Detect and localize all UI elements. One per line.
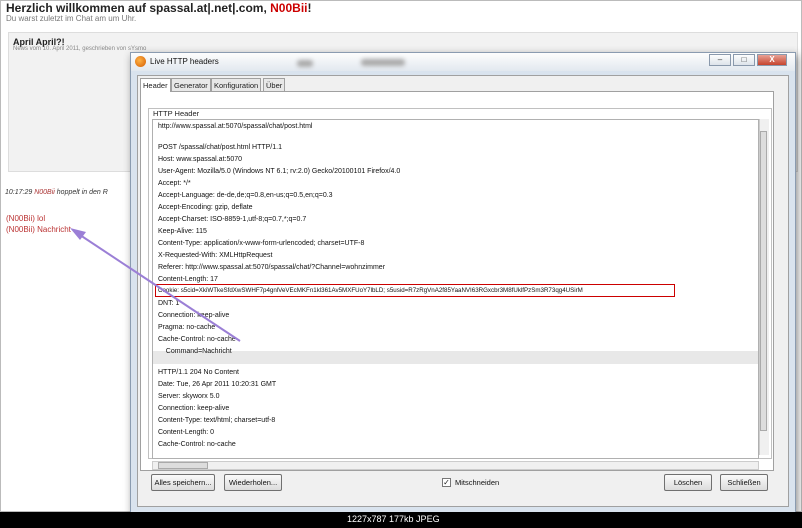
blurred-region bbox=[297, 60, 313, 67]
post-data-line: Command=Nachricht bbox=[158, 348, 232, 355]
username: N00Bii bbox=[270, 1, 308, 15]
page-title: Herzlich willkommen auf spassal.at|.net|… bbox=[6, 1, 312, 15]
header-line: Server: skyworx 5.0 bbox=[158, 393, 220, 400]
capture-checkbox[interactable]: ✓ bbox=[442, 478, 451, 487]
save-all-button[interactable]: Alles speichern... bbox=[151, 474, 215, 491]
page-subtitle: Du warst zuletzt im Chat am um Uhr. bbox=[6, 14, 137, 23]
news-meta: News vom 10. April 2011, geschrieben von… bbox=[13, 46, 147, 52]
chat-message: (N00Bii) Nachricht bbox=[6, 225, 71, 234]
header-line: http://www.spassal.at:5070/spassal/chat/… bbox=[158, 123, 313, 130]
tab-ueber[interactable]: Über bbox=[263, 78, 286, 91]
repeat-button[interactable]: Wiederholen... bbox=[224, 474, 282, 491]
header-line: Content-Type: text/html; charset=utf-8 bbox=[158, 417, 276, 424]
capture-label: Mitschneiden bbox=[455, 478, 500, 487]
header-line: DNT: 1 bbox=[158, 300, 180, 307]
header-line: Connection: keep-alive bbox=[158, 312, 230, 319]
tab-konfiguration[interactable]: Konfiguration bbox=[211, 78, 262, 91]
header-line: Content-Length: 17 bbox=[158, 276, 218, 283]
cookie-highlight-box bbox=[155, 284, 675, 297]
header-line: Content-Length: 0 bbox=[158, 429, 215, 436]
header-line: X-Requested-With: XMLHttpRequest bbox=[158, 252, 273, 259]
header-line: Accept: */* bbox=[158, 180, 191, 187]
header-line: Connection: keep-alive bbox=[158, 405, 230, 412]
header-line: Pragma: no-cache bbox=[158, 324, 216, 331]
selected-row bbox=[153, 351, 758, 364]
header-line: Cache-Control: no-cache bbox=[158, 336, 236, 343]
header-line: Host: www.spassal.at:5070 bbox=[158, 156, 243, 163]
close-button[interactable]: Schließen bbox=[720, 474, 768, 491]
header-line: Accept-Language: de-de,de;q=0.8,en-us;q=… bbox=[158, 192, 333, 199]
group-label: HTTP Header bbox=[153, 109, 200, 118]
status-text: 1227x787 177kb JPEG bbox=[347, 514, 440, 524]
header-line: POST /spassal/chat/post.html HTTP/1.1 bbox=[158, 144, 282, 151]
tab-header[interactable]: Header bbox=[140, 78, 171, 92]
horizontal-scroll-thumb[interactable] bbox=[158, 462, 208, 469]
close-window-button[interactable]: X bbox=[757, 54, 787, 66]
live-http-headers-window: Live HTTP headers – □ X Header Generator… bbox=[130, 52, 796, 514]
firefox-icon bbox=[135, 56, 146, 67]
header-line: Content-Type: application/x-www-form-url… bbox=[158, 240, 365, 247]
maximize-button[interactable]: □ bbox=[733, 54, 755, 66]
header-line: Date: Tue, 26 Apr 2011 10:20:31 GMT bbox=[158, 381, 277, 388]
header-line: Referer: http://www.spassal.at:5070/spas… bbox=[158, 264, 386, 271]
header-line: Keep-Alive: 115 bbox=[158, 228, 207, 235]
vertical-scroll-thumb[interactable] bbox=[760, 131, 767, 431]
clear-button[interactable]: Löschen bbox=[664, 474, 712, 491]
header-line: Accept-Charset: ISO-8859-1,utf-8;q=0.7,*… bbox=[158, 216, 307, 223]
horizontal-scrollbar[interactable] bbox=[152, 461, 759, 470]
header-line: Cache-Control: no-cache bbox=[158, 441, 236, 448]
header-line: User-Agent: Mozilla/5.0 (Windows NT 6.1;… bbox=[158, 168, 401, 175]
blurred-region bbox=[361, 59, 405, 66]
chat-line: 10:17:29 N00Bii hoppelt in den R bbox=[5, 189, 108, 196]
tab-generator[interactable]: Generator bbox=[171, 78, 211, 91]
minimize-button[interactable]: – bbox=[709, 54, 731, 66]
window-title: Live HTTP headers bbox=[150, 57, 219, 66]
chat-message: (N00Bii) lol bbox=[6, 214, 46, 223]
title-bar[interactable] bbox=[131, 53, 795, 71]
header-line: Accept-Encoding: gzip, deflate bbox=[158, 204, 253, 211]
header-line: HTTP/1.1 204 No Content bbox=[158, 369, 239, 376]
